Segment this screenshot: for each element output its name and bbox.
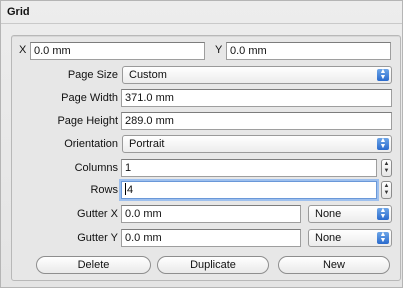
rows-value: 4 (127, 184, 134, 196)
page-height-field[interactable]: 289.0 mm (121, 112, 392, 130)
y-field[interactable]: 0.0 mm (226, 42, 391, 60)
up-down-arrows-icon: ▲ ▼ (377, 231, 389, 244)
grid-window: Grid X 0.0 mm Y 0.0 mm Page Size Custom … (0, 0, 403, 288)
new-button[interactable]: New (278, 256, 390, 274)
gutter-x-field[interactable]: 0.0 mm (121, 205, 301, 223)
page-size-value: Custom (129, 69, 167, 81)
gutter-y-label: Gutter Y (77, 232, 118, 244)
text-caret (125, 183, 126, 195)
orientation-value: Portrait (129, 138, 165, 150)
page-size-select[interactable]: Custom ▲ ▼ (122, 66, 392, 84)
up-down-arrows-icon: ▲ ▼ (377, 137, 389, 150)
page-size-label: Page Size (67, 69, 118, 81)
up-down-arrows-icon: ▲ ▼ (377, 68, 389, 81)
rows-field[interactable]: 4 (121, 181, 377, 199)
x-label: X (19, 44, 27, 56)
gutter-x-mode-value: None (315, 208, 342, 220)
gutter-x-mode-select[interactable]: None ▲ ▼ (308, 205, 392, 223)
window-title: Grid (7, 6, 30, 18)
y-label: Y (215, 44, 223, 56)
orientation-label: Orientation (64, 138, 118, 150)
page-width-field[interactable]: 371.0 mm (121, 89, 392, 107)
page-height-label: Page Height (57, 115, 118, 127)
duplicate-button[interactable]: Duplicate (157, 256, 269, 274)
gutter-y-mode-select[interactable]: None ▲ ▼ (308, 229, 392, 247)
page-width-label: Page Width (61, 92, 118, 104)
columns-label: Columns (74, 162, 118, 174)
up-down-arrows-icon: ▲ ▼ (377, 207, 389, 220)
columns-stepper-icon[interactable]: ▲ ▼ (381, 159, 392, 177)
gutter-y-field[interactable]: 0.0 mm (121, 229, 301, 247)
title-divider (1, 23, 402, 24)
x-field[interactable]: 0.0 mm (30, 42, 205, 60)
gutter-y-mode-value: None (315, 232, 342, 244)
orientation-select[interactable]: Portrait ▲ ▼ (122, 135, 392, 153)
rows-label: Rows (90, 184, 118, 196)
rows-stepper-icon[interactable]: ▲ ▼ (381, 181, 392, 199)
delete-button[interactable]: Delete (36, 256, 151, 274)
gutter-x-label: Gutter X (77, 208, 118, 220)
columns-field[interactable]: 1 (121, 159, 377, 177)
